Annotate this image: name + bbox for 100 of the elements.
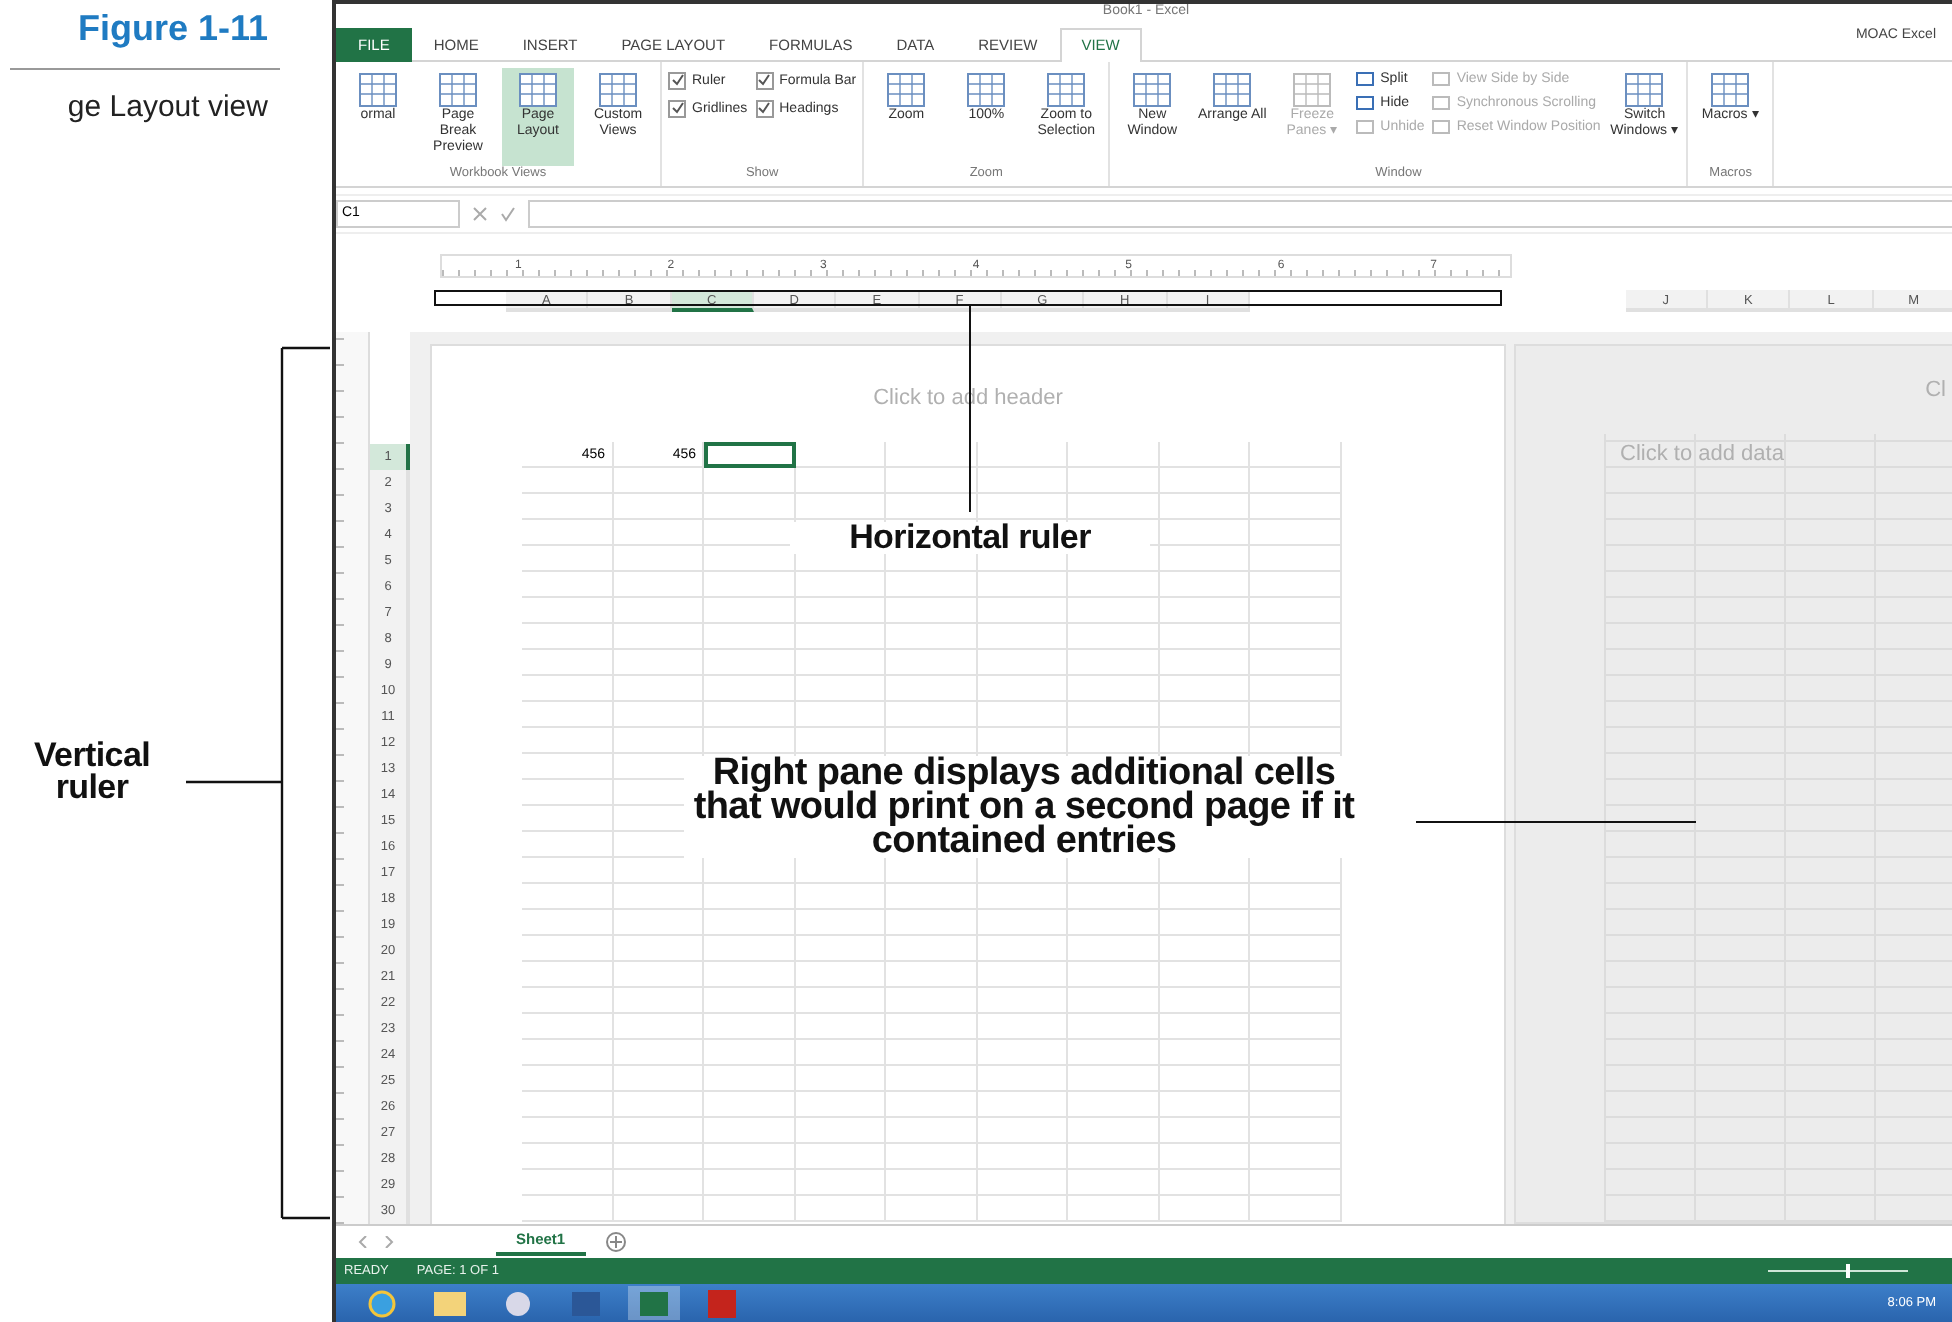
table-cell [522,1117,613,1144]
table-cell [613,883,704,910]
table-cell [977,675,1068,702]
table-cell [1068,701,1159,728]
table-cell [977,1065,1068,1092]
grid-icon [1292,71,1333,108]
table-cell [522,1091,613,1118]
grid-icon [598,71,638,108]
table-cell [977,961,1068,988]
add-sheet-icon[interactable] [605,1231,626,1252]
table-cell [1068,649,1159,676]
folder-icon[interactable] [434,1291,466,1316]
table-cell [795,883,886,910]
table-cell [613,623,704,650]
table-cell [1250,649,1341,676]
table-cell [704,1039,795,1066]
table-cell [704,493,795,520]
table-cell [1250,1169,1341,1196]
table-cell [1068,961,1159,988]
formula-field[interactable] [528,200,1952,229]
cancel-icon[interactable] [472,206,488,223]
table-cell [977,1013,1068,1040]
table-cell [886,727,977,754]
table-cell [1250,987,1341,1014]
table-cell [704,675,795,702]
table-cell [1250,1013,1341,1040]
table-cell [886,1091,977,1118]
table-cell [1159,467,1250,494]
table-cell [522,935,613,962]
table-cell [977,1117,1068,1144]
table-cell [795,1065,886,1092]
table-cell [886,571,977,598]
check-icon[interactable] [500,206,516,223]
table-cell [1068,1065,1159,1092]
scroll-arrows-icon[interactable] [356,1235,396,1248]
table-cell [795,675,886,702]
table-cell [795,961,886,988]
table-cell [1068,909,1159,936]
table-cell [704,701,795,728]
grid-icon [518,71,558,108]
table-cell [613,493,704,520]
table-cell [886,987,977,1014]
table-cell [1068,571,1159,598]
table-cell [977,909,1068,936]
table-cell [704,883,795,910]
table-cell [704,597,795,624]
grid-icon [1710,71,1751,108]
table-cell [977,1039,1068,1066]
table-cell [522,883,613,910]
table-cell [704,1143,795,1170]
table-cell [613,1169,704,1196]
table-cell [613,571,704,598]
table-cell [977,441,1068,468]
table-cell [704,909,795,936]
table-cell [795,1039,886,1066]
table-cell [613,1117,704,1144]
table-cell [795,909,886,936]
table-cell [522,987,613,1014]
table-cell [704,1013,795,1040]
table-cell [613,961,704,988]
table-cell [886,1013,977,1040]
table-cell [1159,1039,1250,1066]
table-cell [1250,597,1341,624]
table-cell [886,675,977,702]
table-cell [977,883,1068,910]
table-cell [613,1143,704,1170]
table-cell [1068,1039,1159,1066]
table-cell [977,597,1068,624]
table-cell [1068,493,1159,520]
table-cell [795,649,886,676]
table-cell [886,961,977,988]
table-cell [613,1039,704,1066]
table-cell [522,727,613,754]
table-cell [1068,935,1159,962]
table-cell [795,1169,886,1196]
checkbox[interactable] [755,71,774,90]
table-cell [977,727,1068,754]
table-cell [795,1143,886,1170]
table-cell [1159,987,1250,1014]
table-cell [704,961,795,988]
table-cell [1068,467,1159,494]
table-cell [886,467,977,494]
table-cell [795,441,886,468]
table-cell [1159,1065,1250,1092]
checkbox[interactable] [755,99,774,118]
table-cell [1068,1117,1159,1144]
table-cell [704,1117,795,1144]
table-cell [1159,623,1250,650]
table-cell [1159,571,1250,598]
table-cell [704,987,795,1014]
checkbox[interactable] [668,71,686,90]
table-cell [1068,1091,1159,1118]
app-icon[interactable] [504,1289,532,1318]
table-cell [1250,1039,1341,1066]
checkbox[interactable] [668,99,686,118]
table-cell [795,597,886,624]
table-cell [977,649,1068,676]
table-cell [795,935,886,962]
table-cell [795,987,886,1014]
table-cell [522,831,613,858]
